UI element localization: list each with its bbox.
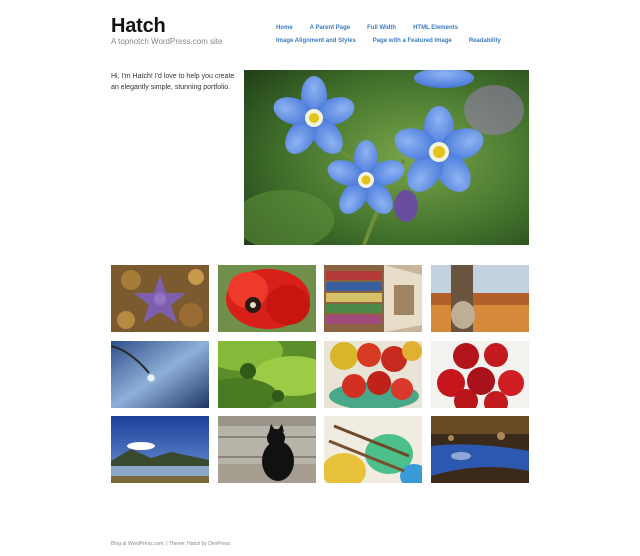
footer-blog-link[interactable]: Blog at WordPress.com. [111, 541, 165, 547]
nav-parent-page[interactable]: A Parent Page [310, 25, 350, 31]
lake-mountains-icon [111, 416, 209, 483]
portfolio-item-stream[interactable] [431, 416, 529, 483]
site-title[interactable]: Hatch [111, 15, 166, 38]
portfolio-item-lake[interactable] [111, 416, 209, 483]
footer-period: . [229, 541, 232, 547]
apples-bowl-icon [324, 341, 422, 408]
site-description: A topnotch WordPress.com site [111, 37, 223, 46]
library-bookshelves-icon [324, 265, 422, 332]
water-droplet-icon [111, 341, 209, 408]
portfolio-item-poppy[interactable] [218, 265, 316, 332]
portfolio-item-red-apples[interactable] [431, 341, 529, 408]
portfolio-item-apple-bowl[interactable] [324, 341, 422, 408]
footer-theme-text: Theme: Hatch by [168, 541, 209, 547]
portfolio-item-autumn[interactable] [431, 265, 529, 332]
main-navigation: Home A Parent Page Full Width HTML Eleme… [276, 25, 536, 51]
portfolio-item-droplet[interactable] [111, 341, 209, 408]
forest-stream-icon [431, 416, 529, 483]
portfolio-item-paints[interactable] [324, 416, 422, 483]
intro-text: Hi, I'm Hatch! I'd love to help you crea… [111, 73, 235, 91]
portfolio-item-cat[interactable] [218, 416, 316, 483]
nav-html-elements[interactable]: HTML Elements [413, 25, 458, 31]
nav-image-alignment[interactable]: Image Alignment and Styles [276, 38, 356, 44]
nav-readability[interactable]: Readability [469, 38, 501, 44]
portfolio-item-starfish[interactable] [111, 265, 209, 332]
footer-theme-author-link[interactable]: DevPress [208, 541, 230, 547]
red-apples-icon [431, 341, 529, 408]
paint-brushes-icon [324, 416, 422, 483]
autumn-field-icon [431, 265, 529, 332]
forget-me-not-flowers-icon [244, 70, 529, 245]
nav-featured-image-page[interactable]: Page with a Featured Image [373, 38, 452, 44]
black-cat-icon [218, 416, 316, 483]
nav-full-width[interactable]: Full Width [367, 25, 396, 31]
hero-image [244, 70, 529, 245]
portfolio-item-library[interactable] [324, 265, 422, 332]
nav-home[interactable]: Home [276, 25, 293, 31]
starfish-icon [111, 265, 209, 332]
portfolio-item-hills[interactable] [218, 341, 316, 408]
green-hills-icon [218, 341, 316, 408]
red-poppy-icon [218, 265, 316, 332]
site-footer: Blog at WordPress.com. | Theme: Hatch by… [111, 541, 231, 547]
